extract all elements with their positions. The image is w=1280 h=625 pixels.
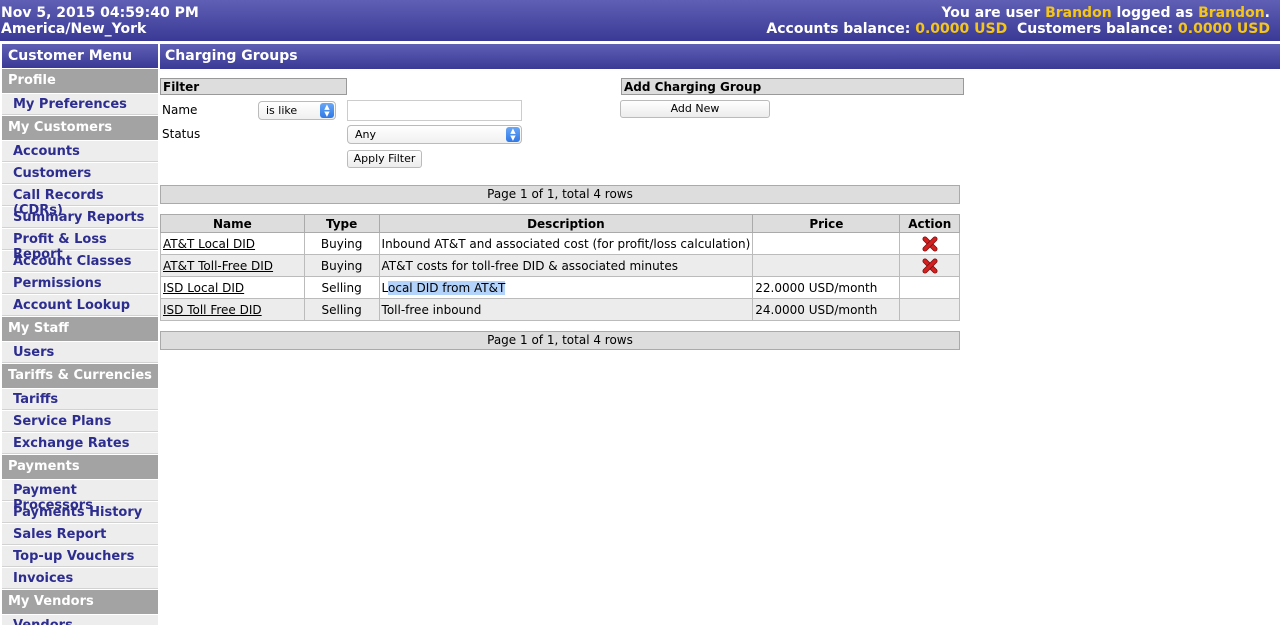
- logged-suffix: .: [1264, 5, 1270, 21]
- dropdown-arrow-icon: ▲ ▼: [320, 103, 334, 118]
- sidebar-item[interactable]: Account Lookup: [2, 295, 158, 316]
- cell-price: [752, 232, 901, 255]
- pager-bottom: Page 1 of 1, total 4 rows: [160, 331, 960, 350]
- filter-status-label: Status: [162, 127, 201, 141]
- sidebar-item[interactable]: Call Records (CDRs): [2, 185, 158, 218]
- cell-type: Selling: [303, 298, 380, 321]
- header-datetime: Nov 5, 2015 04:59:40 PM: [1, 5, 199, 21]
- apply-filter-button[interactable]: Apply Filter: [347, 150, 422, 168]
- sidebar-item[interactable]: Users: [2, 342, 158, 363]
- accounts-balance: 0.0000 USD: [915, 21, 1008, 37]
- add-charging-group-heading: Add Charging Group: [621, 78, 964, 95]
- column-header-type: Type: [303, 214, 380, 233]
- top-header: Nov 5, 2015 04:59:40 PM America/New_York…: [0, 0, 1280, 41]
- sidebar-section-header: My Staff: [2, 317, 158, 341]
- sidebar-item[interactable]: Profit & Loss Report: [2, 229, 158, 262]
- pager-top: Page 1 of 1, total 4 rows: [160, 185, 960, 204]
- cell-price: 24.0000 USD/month: [752, 298, 901, 321]
- cell-type: Selling: [303, 276, 380, 299]
- user-prefix: You are user: [941, 5, 1046, 21]
- sidebar-item[interactable]: Sales Report: [2, 524, 158, 545]
- sidebar-title: Customer Menu: [2, 44, 158, 68]
- table-row: ISD Local DID Selling Local DID from AT&T 2…: [160, 276, 960, 299]
- name-filter-input[interactable]: [347, 100, 522, 121]
- filter-name-label: Name: [162, 103, 198, 117]
- cell-description: Local DID from AT&T: [378, 276, 754, 299]
- sidebar-item[interactable]: My Preferences: [2, 94, 158, 115]
- header-timezone: America/New_York: [1, 21, 147, 37]
- header-user-line: You are user Brandon logged as Brandon.: [766, 5, 1270, 21]
- cell-name: AT&T Toll-Free DID: [160, 254, 305, 277]
- sidebar-section-header: My Vendors: [2, 590, 158, 614]
- sidebar-item[interactable]: Summary Reports: [2, 207, 158, 228]
- table-header-row: Name Type Description Price Action: [160, 214, 960, 233]
- cell-description: AT&T costs for toll-free DID & associate…: [378, 254, 754, 277]
- charging-groups-table: Name Type Description Price Action AT&T …: [160, 214, 960, 321]
- name-operator-value: is like: [266, 104, 298, 117]
- user-name: Brandon: [1045, 5, 1112, 21]
- cell-name: ISD Local DID: [160, 276, 305, 299]
- filter-heading: Filter: [160, 78, 347, 95]
- sidebar-section-header: Profile: [2, 69, 158, 93]
- sidebar: Customer Menu Profile My Preferences My Cu…: [0, 44, 158, 625]
- cell-action: [899, 276, 960, 299]
- sidebar-item[interactable]: Customers: [2, 163, 158, 184]
- logged-as-text: logged as: [1111, 5, 1199, 21]
- table-row: AT&T Local DID Buying Inbound AT&T and ass…: [160, 232, 960, 255]
- sidebar-item[interactable]: Account Classes: [2, 251, 158, 272]
- column-header-action: Action: [899, 214, 960, 233]
- charging-group-link[interactable]: AT&T Toll-Free DID: [163, 259, 273, 273]
- cell-price: [752, 254, 901, 277]
- cell-type: Buying: [303, 254, 380, 277]
- sidebar-sections: Profile My Preferences My Customers Account…: [0, 69, 158, 625]
- sidebar-item[interactable]: Accounts: [2, 141, 158, 162]
- sidebar-section-header: Payments: [2, 455, 158, 479]
- sidebar-item[interactable]: Payments History: [2, 502, 158, 523]
- header-datetime-block: Nov 5, 2015 04:59:40 PM America/New_York: [1, 5, 199, 37]
- cell-description: Inbound AT&T and associated cost (for pr…: [378, 232, 754, 255]
- sidebar-item[interactable]: Exchange Rates: [2, 433, 158, 454]
- sidebar-item[interactable]: Service Plans: [2, 411, 158, 432]
- cell-action: [899, 298, 960, 321]
- name-operator-select[interactable]: is like ▲ ▼: [258, 101, 336, 120]
- table-row: AT&T Toll-Free DID Buying AT&T costs for t…: [160, 254, 960, 277]
- sidebar-item[interactable]: Top-up Vouchers: [2, 546, 158, 567]
- status-value: Any: [355, 128, 377, 141]
- sidebar-item[interactable]: Invoices: [2, 568, 158, 589]
- column-header-price: Price: [752, 214, 901, 233]
- sidebar-item[interactable]: Tariffs: [2, 389, 158, 410]
- cell-description: Toll-free inbound: [378, 298, 754, 321]
- text-selection: ocal DID from AT&T: [388, 280, 506, 295]
- cell-price: 22.0000 USD/month: [752, 276, 901, 299]
- sidebar-item[interactable]: Permissions: [2, 273, 158, 294]
- sidebar-item[interactable]: Vendors: [2, 615, 158, 625]
- customers-balance: 0.0000 USD: [1178, 21, 1270, 37]
- column-header-description: Description: [378, 214, 754, 233]
- accounts-balance-label: Accounts balance:: [766, 21, 916, 37]
- cell-name: AT&T Local DID: [160, 232, 305, 255]
- sidebar-section-header: Tariffs & Currencies: [2, 364, 158, 388]
- charging-group-link[interactable]: AT&T Local DID: [163, 237, 255, 251]
- logged-name: Brandon: [1198, 5, 1265, 21]
- delete-icon[interactable]: [922, 258, 938, 274]
- delete-icon[interactable]: [922, 236, 938, 252]
- cell-type: Buying: [303, 232, 380, 255]
- charging-group-link[interactable]: ISD Local DID: [163, 281, 244, 295]
- sidebar-item[interactable]: Payment Processors: [2, 480, 158, 513]
- header-user-block: You are user Brandon logged as Brandon. …: [766, 5, 1270, 37]
- sidebar-section-header: My Customers: [2, 116, 158, 140]
- cell-action: [899, 254, 960, 277]
- cell-name: ISD Toll Free DID: [160, 298, 305, 321]
- header-balance-line: Accounts balance: 0.0000 USD Customers b…: [766, 21, 1270, 37]
- dropdown-arrow-icon: ▲ ▼: [506, 127, 520, 142]
- cell-action: [899, 232, 960, 255]
- customers-balance-label: Customers balance:: [1007, 21, 1179, 37]
- column-header-name: Name: [160, 214, 305, 233]
- table-row: ISD Toll Free DID Selling Toll-free inboun…: [160, 298, 960, 321]
- status-select[interactable]: Any ▲ ▼: [347, 125, 522, 144]
- add-new-button[interactable]: Add New: [620, 100, 770, 118]
- charging-group-link[interactable]: ISD Toll Free DID: [163, 303, 262, 317]
- page-title: Charging Groups: [160, 44, 1280, 69]
